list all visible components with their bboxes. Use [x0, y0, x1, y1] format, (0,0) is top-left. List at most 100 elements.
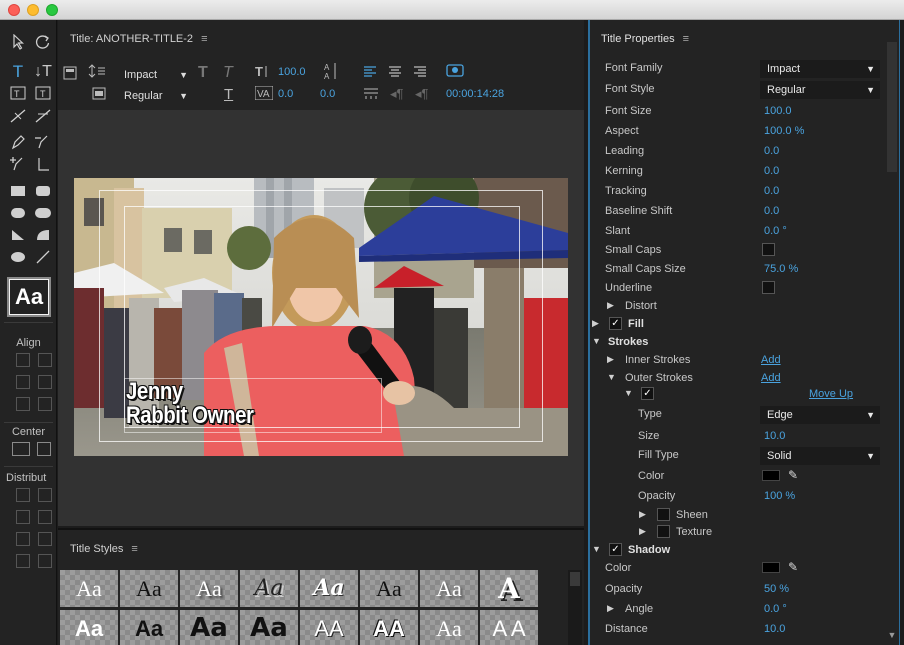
style-tile[interactable]: Aa [240, 570, 298, 607]
expand-triangle-icon[interactable]: ▶ [607, 300, 614, 311]
leading-prop-value[interactable]: 0.0 [764, 145, 779, 157]
vertical-area-type-tool-icon[interactable]: T [33, 84, 53, 104]
add-anchor-point-tool-icon[interactable] [8, 154, 28, 174]
style-tile[interactable]: Aa [420, 610, 478, 645]
align-center-h-icon[interactable] [38, 353, 52, 367]
expand-triangle-icon[interactable]: ▶ [639, 526, 646, 537]
align-top-icon[interactable] [38, 375, 52, 389]
wedge-tool-icon[interactable] [8, 226, 28, 246]
add-inner-stroke-link[interactable]: Add [761, 354, 781, 366]
expand-triangle-icon[interactable]: ▶ [639, 509, 646, 520]
tracking-value[interactable]: 0.0 [764, 185, 779, 197]
underline-icon[interactable]: T [224, 86, 233, 103]
small-caps-size-value[interactable]: 75.0 % [764, 263, 798, 275]
expand-triangle-icon[interactable]: ▶ [607, 603, 614, 614]
align-left-text-icon[interactable] [363, 66, 377, 81]
zoom-window-button[interactable] [46, 4, 58, 16]
rotation-tool-icon[interactable] [33, 32, 53, 52]
style-tile[interactable]: Aa [420, 570, 478, 607]
shadow-color-swatch[interactable] [762, 562, 780, 573]
style-tile[interactable]: AA [300, 610, 358, 645]
style-tile[interactable]: Aa [180, 570, 238, 607]
fill-type-select[interactable]: Solid ▼ [760, 447, 880, 465]
collapse-triangle-icon[interactable]: ▼ [607, 372, 616, 382]
vertical-type-tool-icon[interactable]: ↓T [33, 62, 53, 82]
style-tile[interactable]: A A [480, 610, 538, 645]
title-styles-scrollbar[interactable] [568, 570, 582, 645]
roll-crawl-options-icon[interactable] [88, 64, 106, 81]
path-type-tool-icon[interactable] [8, 106, 28, 126]
area-type-tool-icon[interactable]: T [8, 84, 28, 104]
align-right-text-icon[interactable] [413, 66, 427, 81]
slant-value[interactable]: 0.0 ° [764, 225, 787, 237]
title-canvas[interactable]: Jenny Rabbit Owner [58, 110, 584, 526]
eyedropper-icon[interactable]: ✎ [788, 560, 798, 574]
next-frame-icon[interactable]: ◂¶ [415, 86, 429, 102]
fill-checkbox[interactable]: ✓ [609, 317, 622, 330]
clipped-corner-rectangle-tool-icon[interactable] [8, 204, 28, 224]
scrollbar-thumb[interactable] [887, 42, 897, 172]
italic-icon[interactable]: T [223, 64, 233, 82]
eyedropper-icon[interactable]: ✎ [788, 468, 798, 482]
align-left-icon[interactable] [16, 353, 30, 367]
move-up-link[interactable]: Move Up [809, 388, 853, 400]
type-tool-icon[interactable]: T [8, 62, 28, 82]
distribute-horizontal-icon[interactable] [16, 554, 30, 568]
font-style-select[interactable]: Regular ▼ [760, 81, 880, 99]
vertical-path-type-tool-icon[interactable] [33, 106, 53, 126]
shadow-checkbox[interactable]: ✓ [609, 543, 622, 556]
expand-triangle-icon[interactable]: ▶ [592, 318, 599, 329]
expand-triangle-icon[interactable]: ▶ [607, 354, 614, 365]
style-tile[interactable]: Aa [240, 610, 298, 645]
tab-stops-icon[interactable] [363, 87, 379, 102]
font-family-dropdown[interactable]: Impact ▼ [124, 66, 188, 84]
aspect-value[interactable]: 100.0 % [764, 125, 804, 137]
caption-line-1[interactable]: Jenny [126, 380, 183, 404]
stroke-color-swatch[interactable] [762, 470, 780, 481]
style-tile[interactable]: Aa [120, 570, 178, 607]
align-center-text-icon[interactable] [388, 66, 402, 81]
close-window-button[interactable] [8, 4, 20, 16]
center-horizontal-icon[interactable] [12, 442, 30, 456]
arc-tool-icon[interactable] [33, 226, 53, 246]
style-tile[interactable]: Aa [180, 610, 238, 645]
texture-checkbox[interactable] [657, 525, 670, 538]
leading-value[interactable]: 0.0 [320, 88, 335, 100]
angle-value[interactable]: 0.0 ° [764, 603, 787, 615]
collapse-triangle-icon[interactable]: ▼ [592, 544, 601, 554]
font-size-prop-value[interactable]: 100.0 [764, 105, 792, 117]
distribute-center-h-icon[interactable] [16, 510, 30, 524]
ellipse-tool-icon[interactable] [8, 248, 28, 268]
previous-frame-icon[interactable]: ◂¶ [390, 86, 404, 102]
kerning-value[interactable]: 0.0 [278, 88, 293, 100]
collapse-triangle-icon[interactable]: ▼ [624, 388, 633, 398]
font-style-dropdown[interactable]: Regular ▼ [124, 87, 188, 105]
show-background-video-icon[interactable] [446, 63, 464, 80]
selection-tool-icon[interactable] [8, 32, 28, 52]
style-tile[interactable]: Aa [360, 570, 418, 607]
collapse-triangle-icon[interactable]: ▼ [592, 336, 601, 346]
rounded-corner-rectangle-tool-icon[interactable] [33, 204, 53, 224]
style-tile[interactable]: Aa [60, 570, 118, 607]
panel-menu-icon[interactable]: ≡ [201, 33, 207, 45]
properties-scrollbar[interactable]: ▼ [886, 30, 898, 640]
center-vertical-icon[interactable] [37, 442, 51, 456]
align-bottom-icon[interactable] [38, 397, 52, 411]
font-size-value[interactable]: 100.0 [278, 66, 306, 78]
line-tool-icon[interactable] [33, 248, 53, 268]
stroke-type-select[interactable]: Edge ▼ [760, 406, 880, 424]
font-family-select[interactable]: Impact ▼ [760, 60, 880, 78]
distance-value[interactable]: 10.0 [764, 623, 785, 635]
templates-icon[interactable] [88, 86, 106, 103]
shadow-opacity-value[interactable]: 50 % [764, 583, 789, 595]
small-caps-checkbox[interactable] [762, 243, 775, 256]
sheen-checkbox[interactable] [657, 508, 670, 521]
distribute-left-icon[interactable] [16, 488, 30, 502]
stroke-opacity-value[interactable]: 100 % [764, 490, 795, 502]
stroke-size-value[interactable]: 10.0 [764, 430, 785, 442]
caption-line-2[interactable]: Rabbit Owner [126, 404, 254, 428]
panel-menu-icon[interactable]: ≡ [683, 33, 689, 45]
timecode[interactable]: 00:00:14:28 [446, 88, 504, 100]
style-tile[interactable]: Aa [120, 610, 178, 645]
align-center-v-icon[interactable] [16, 397, 30, 411]
